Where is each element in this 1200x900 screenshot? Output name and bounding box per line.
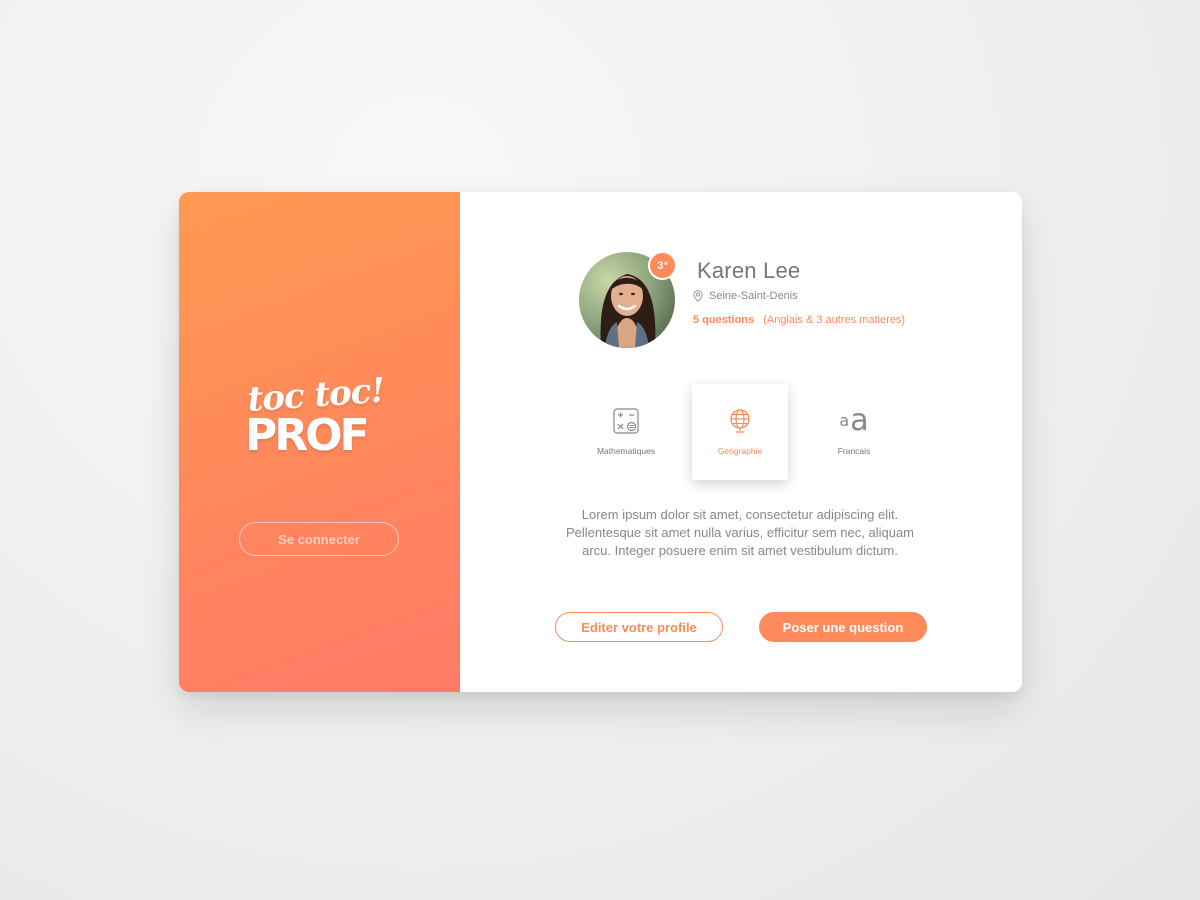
subject-label: Francais [837, 446, 871, 456]
calculator-icon [611, 406, 641, 436]
level-badge: 3e [648, 251, 677, 280]
subject-tab-geographie[interactable]: Geographie [692, 384, 788, 480]
subject-tab-mathematiques[interactable]: Mathematiques [578, 384, 674, 480]
profile-location: Seine-Saint-Denis [693, 290, 798, 302]
location-text: Seine-Saint-Denis [709, 290, 798, 302]
badge-number: 3 [657, 259, 664, 272]
font-size-icon: aa [839, 403, 869, 438]
subject-selector: Mathematiques Geographie a a Francais [578, 384, 902, 480]
subject-label: Geographie [717, 446, 763, 456]
brand-panel: toc toc! PROF Se connecter [179, 192, 460, 692]
questions-summary[interactable]: 5 questions (Anglais & 3 autres matieres… [693, 314, 905, 326]
connect-button[interactable]: Se connecter [239, 522, 399, 556]
subject-tab-francais[interactable]: aa Francais [806, 384, 902, 480]
toctoc-prof-logo: toc toc! PROF [245, 371, 395, 470]
edit-profile-button[interactable]: Editer votre profile [555, 612, 723, 642]
profile-name: Karen Lee [697, 258, 801, 283]
location-pin-icon [693, 290, 703, 302]
questions-detail: (Anglais & 3 autres matieres) [763, 314, 906, 326]
ask-question-button[interactable]: Poser une question [759, 612, 927, 642]
profile-description: Lorem ipsum dolor sit amet, consectetur … [565, 507, 915, 558]
avatar-container: 3e [579, 251, 677, 348]
badge-suffix: e [664, 261, 668, 267]
questions-count: 5 questions [693, 314, 755, 326]
profile-card: toc toc! PROF Se connecter 3 e Karen Lee… [179, 192, 1022, 692]
logo-block-text: PROF [245, 410, 370, 461]
profile-panel: 3e Karen Lee Seine-Saint-Denis 5 questio… [460, 192, 1022, 692]
subject-label: Mathematiques [596, 446, 656, 456]
globe-icon [725, 406, 755, 436]
